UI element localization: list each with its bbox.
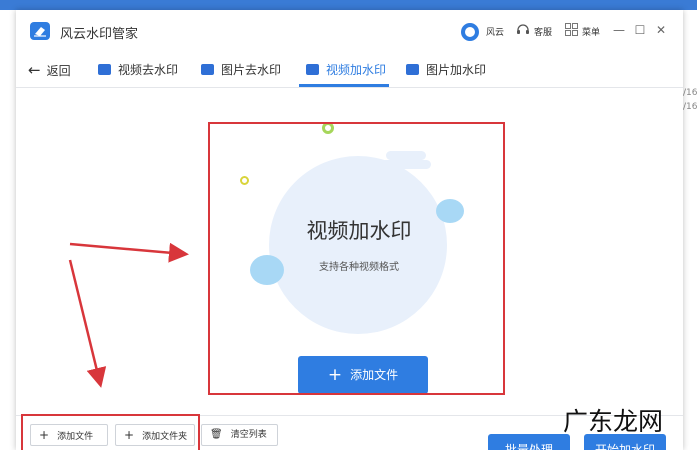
screenshot: /16 /16 风云水印管家 风云 客服 菜单 — ☐ ✕ ← 返回 视频去水印… xyxy=(0,0,697,450)
annotation-arrow-right xyxy=(69,242,189,263)
site-watermark: 广东龙网 xyxy=(563,402,685,438)
annotation-arrow-down xyxy=(68,259,107,388)
annotation-arrows xyxy=(68,242,189,388)
watermark-text: 广东龙网 xyxy=(563,407,664,436)
